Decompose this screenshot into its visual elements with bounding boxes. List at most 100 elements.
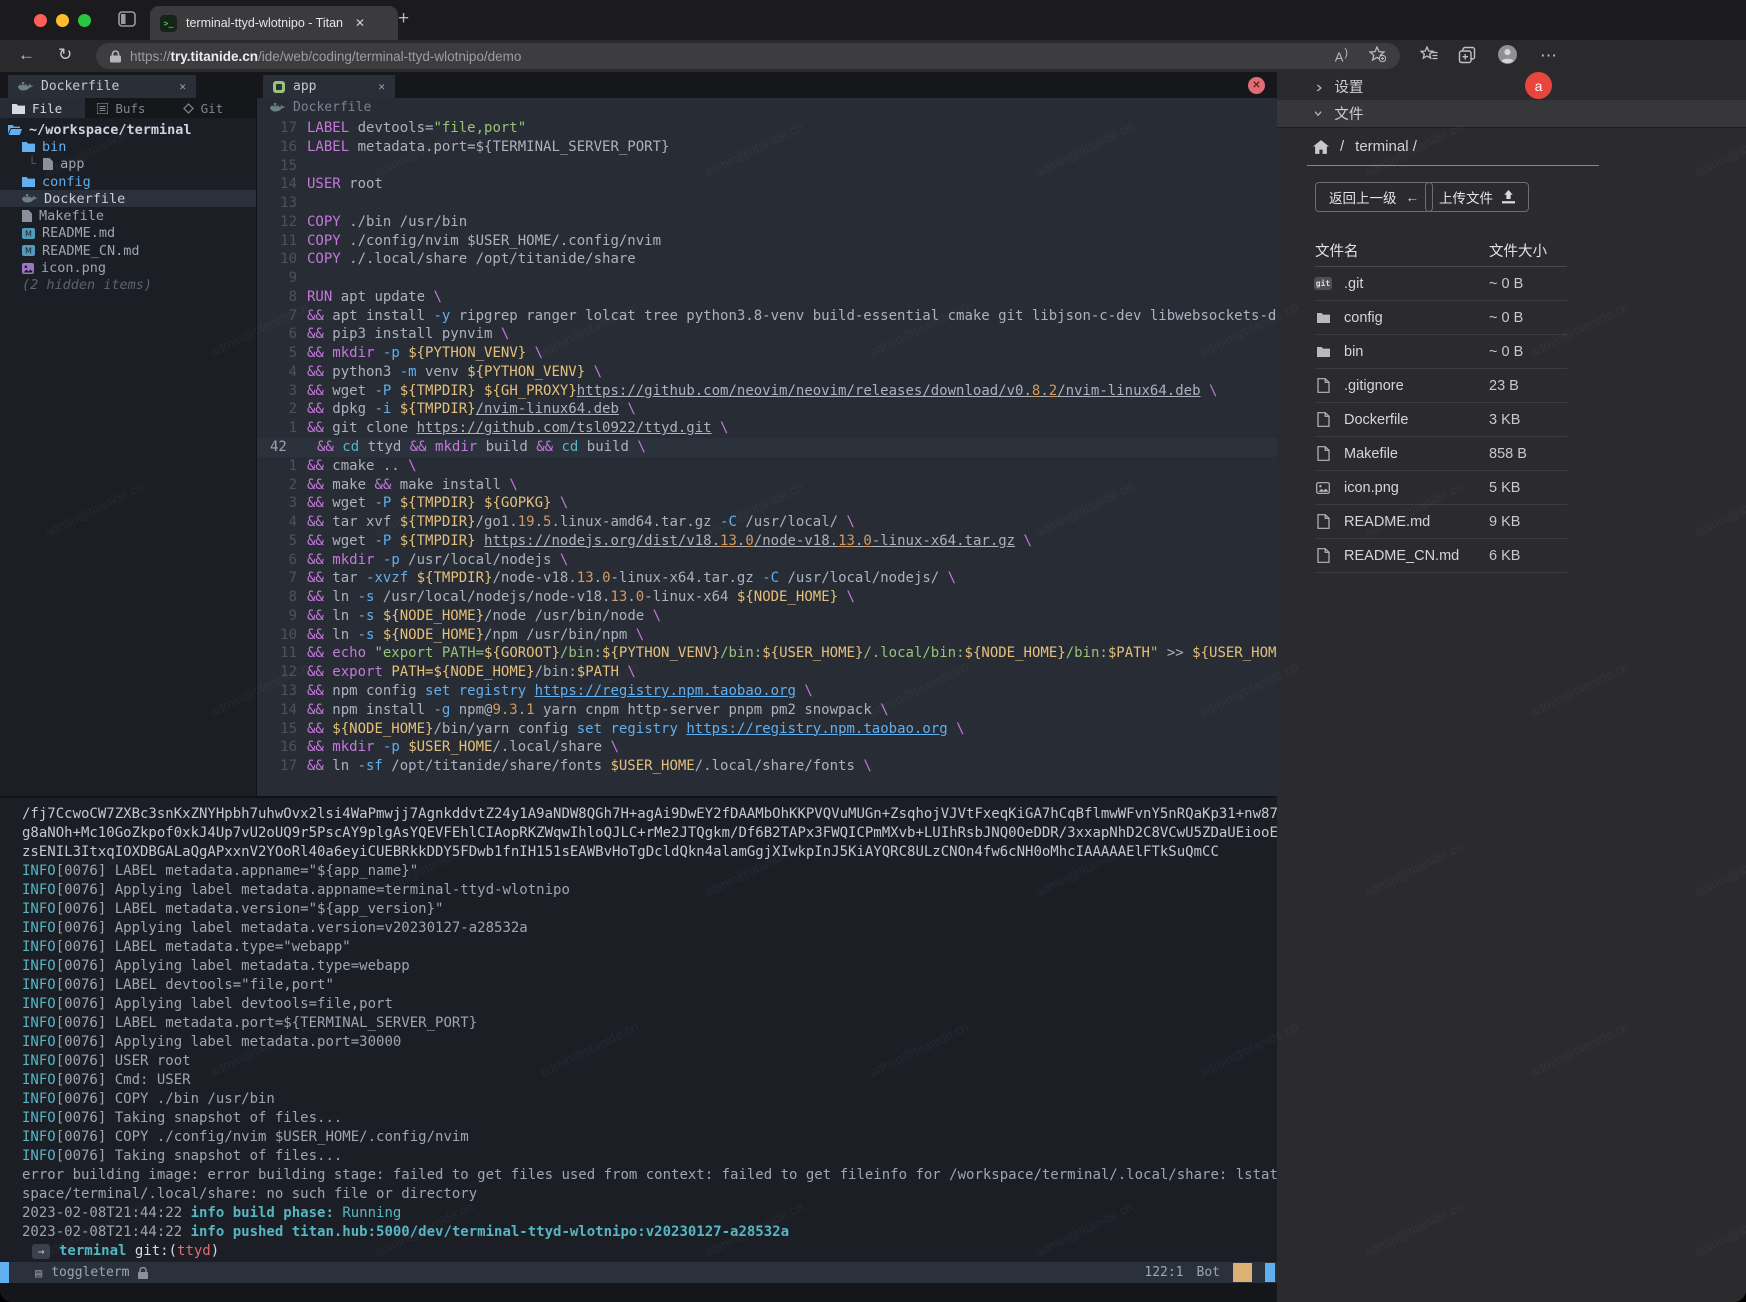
code-segment: . (535, 514, 543, 530)
add-favorite-icon[interactable] (1369, 46, 1386, 67)
code-segment: -s (358, 627, 375, 643)
url-bar[interactable]: https://try.titanide.cn/ide/web/coding/t… (96, 43, 1400, 69)
code-segment: wget (324, 383, 375, 399)
reload-icon[interactable]: ↻ (58, 45, 72, 65)
code-segment: [0076] Taking snapshot of files... (56, 1110, 343, 1126)
code-segment: python3 (324, 364, 400, 380)
code-segment (526, 345, 534, 361)
upload-file-button[interactable]: 上传文件 (1425, 182, 1529, 212)
upload-button-label: 上传文件 (1439, 187, 1493, 207)
file-size-cell: 6 KB (1489, 548, 1567, 564)
close-all-button[interactable]: ✕ (1248, 77, 1265, 94)
code-segment: zsENIL3ItxqIOXDBGALaQgAPxxnV2YOoRl40a6ey… (22, 844, 1219, 860)
code-segment: registry (459, 683, 526, 699)
file-size-cell: ~ 0 B (1489, 276, 1567, 292)
file-size-cell: 5 KB (1489, 480, 1567, 496)
file-row[interactable]: .gitignore23 B (1315, 369, 1567, 403)
file-row[interactable]: README.md9 KB (1315, 505, 1567, 539)
folder-icon (22, 141, 35, 152)
tree-item[interactable]: └app (0, 156, 256, 173)
tree-item[interactable]: bin (0, 138, 256, 155)
more-menu-icon[interactable]: ⋯ (1540, 46, 1558, 66)
scrollbar-thumb[interactable] (1265, 1263, 1275, 1282)
tree-item[interactable]: icon.png (0, 259, 256, 276)
close-icon[interactable]: ✕ (378, 80, 385, 93)
file-row[interactable]: git.git~ 0 B (1315, 267, 1567, 301)
code-segment: && (374, 477, 391, 493)
home-icon[interactable] (1313, 140, 1329, 154)
code-segment: $PATH (577, 664, 619, 680)
favorites-icon[interactable] (1420, 46, 1438, 63)
editor-tab-Dockerfile[interactable]: Dockerfile✕ (8, 75, 196, 98)
code-segment: -y (433, 308, 450, 324)
file-size-cell: ~ 0 B (1489, 344, 1567, 360)
minimize-window-button[interactable] (56, 14, 69, 27)
tree-item[interactable]: MREADME_CN.md (0, 242, 256, 259)
editor-tab-app[interactable]: app✕ (263, 75, 395, 98)
file-manager-panel: › 设置 › 文件 / terminal / 返回上一级 ← 上传文件 (1277, 72, 1746, 1302)
code-segment: 2023-02-08T21:44:22 (22, 1224, 191, 1240)
code-segment: && (307, 589, 324, 605)
sidebar-tab-bufs[interactable]: Bufs (85, 98, 170, 118)
terminal-line: INFO[0076] LABEL metadata.version="${app… (22, 900, 1277, 919)
tree-item[interactable]: ~/workspace/terminal (0, 121, 256, 138)
code-segment: && (307, 420, 324, 436)
code-segment: build (578, 439, 637, 455)
folder-icon (12, 103, 25, 114)
breadcrumb[interactable]: / terminal / (1313, 138, 1417, 155)
code-line: 4&& python3 -m venv ${PYTHON_VENV} \ (257, 363, 1277, 382)
close-icon[interactable]: ✕ (179, 80, 186, 93)
tree-item[interactable]: Dockerfile (0, 190, 256, 207)
code-segment: -xvzf (366, 570, 408, 586)
line-number: 9 (257, 607, 307, 626)
file-row[interactable]: Makefile858 B (1315, 437, 1567, 471)
maximize-window-button[interactable] (78, 14, 91, 27)
arrow-left-icon: ← (1406, 190, 1420, 205)
code-segment: \ (863, 758, 871, 774)
file-row[interactable]: icon.png5 KB (1315, 471, 1567, 505)
code-line: 13&& npm config set registry https://reg… (257, 682, 1277, 701)
code-segment: INFO (22, 863, 56, 879)
code-segment: 13 (577, 570, 594, 586)
tree-item[interactable]: config (0, 173, 256, 190)
panel-section-files[interactable]: › 文件 (1277, 100, 1746, 128)
code-segment: \ (560, 495, 568, 511)
profile-avatar[interactable] (1498, 45, 1517, 64)
close-tab-icon[interactable]: ✕ (355, 16, 365, 30)
file-row[interactable]: config~ 0 B (1315, 301, 1567, 335)
code-editor[interactable]: Dockerfile 17LABEL devtools="file,port"1… (257, 98, 1277, 796)
code-segment: \ (611, 739, 619, 755)
sidebar-tab-git[interactable]: Git (171, 98, 256, 118)
code-segment: [0076] COPY ./config/nvim $USER_HOME/.co… (56, 1129, 469, 1145)
code-segment: https://github.com/tsl0922/ttyd.git (417, 420, 712, 436)
back-icon[interactable]: ← (18, 45, 35, 65)
terminal-output[interactable]: /fj7CcwoCW7ZXBc3snKxZNYHpbh7uhwOvx2lsi4W… (0, 796, 1277, 1262)
terminal-line: space/terminal/.local/share: no such fil… (22, 1185, 1277, 1204)
code-segment: ./bin /usr/bin (341, 214, 467, 230)
line-number: 2 (257, 400, 307, 419)
tree-item[interactable]: Makefile (0, 207, 256, 224)
svg-text:M: M (25, 247, 32, 256)
tab-overview-icon[interactable] (118, 11, 136, 32)
go-up-button[interactable]: 返回上一级 ← (1315, 182, 1433, 212)
line-number: 9 (257, 269, 307, 288)
tree-item[interactable]: MREADME.md (0, 225, 256, 242)
tree-item[interactable]: (2 hidden items) (0, 277, 256, 294)
browser-tab[interactable]: >_ terminal-ttyd-wlotnipo - TitanI ✕ (150, 6, 398, 40)
user-avatar-badge[interactable]: a (1525, 72, 1552, 99)
file-row[interactable]: README_CN.md6 KB (1315, 539, 1567, 573)
statusline-buffer-name[interactable]: toggleterm (51, 1265, 129, 1280)
sidebar-tab-file[interactable]: File (0, 98, 85, 118)
file-row[interactable]: Dockerfile3 KB (1315, 403, 1567, 437)
collections-icon[interactable] (1458, 46, 1476, 64)
close-window-button[interactable] (34, 14, 47, 27)
url-text: https://try.titanide.cn/ide/web/coding/t… (130, 49, 521, 64)
new-tab-button[interactable]: + (398, 8, 409, 30)
browser-tab-title: terminal-ttyd-wlotnipo - TitanI (186, 16, 344, 30)
panel-section-settings[interactable]: › 设置 (1277, 72, 1746, 100)
code-segment: [0076] COPY ./bin /usr/bin (56, 1091, 275, 1107)
code-line: 8RUN apt update \ (257, 288, 1277, 307)
code-segment: \ (948, 570, 956, 586)
read-aloud-icon[interactable]: A) (1335, 47, 1349, 64)
file-row[interactable]: bin~ 0 B (1315, 335, 1567, 369)
